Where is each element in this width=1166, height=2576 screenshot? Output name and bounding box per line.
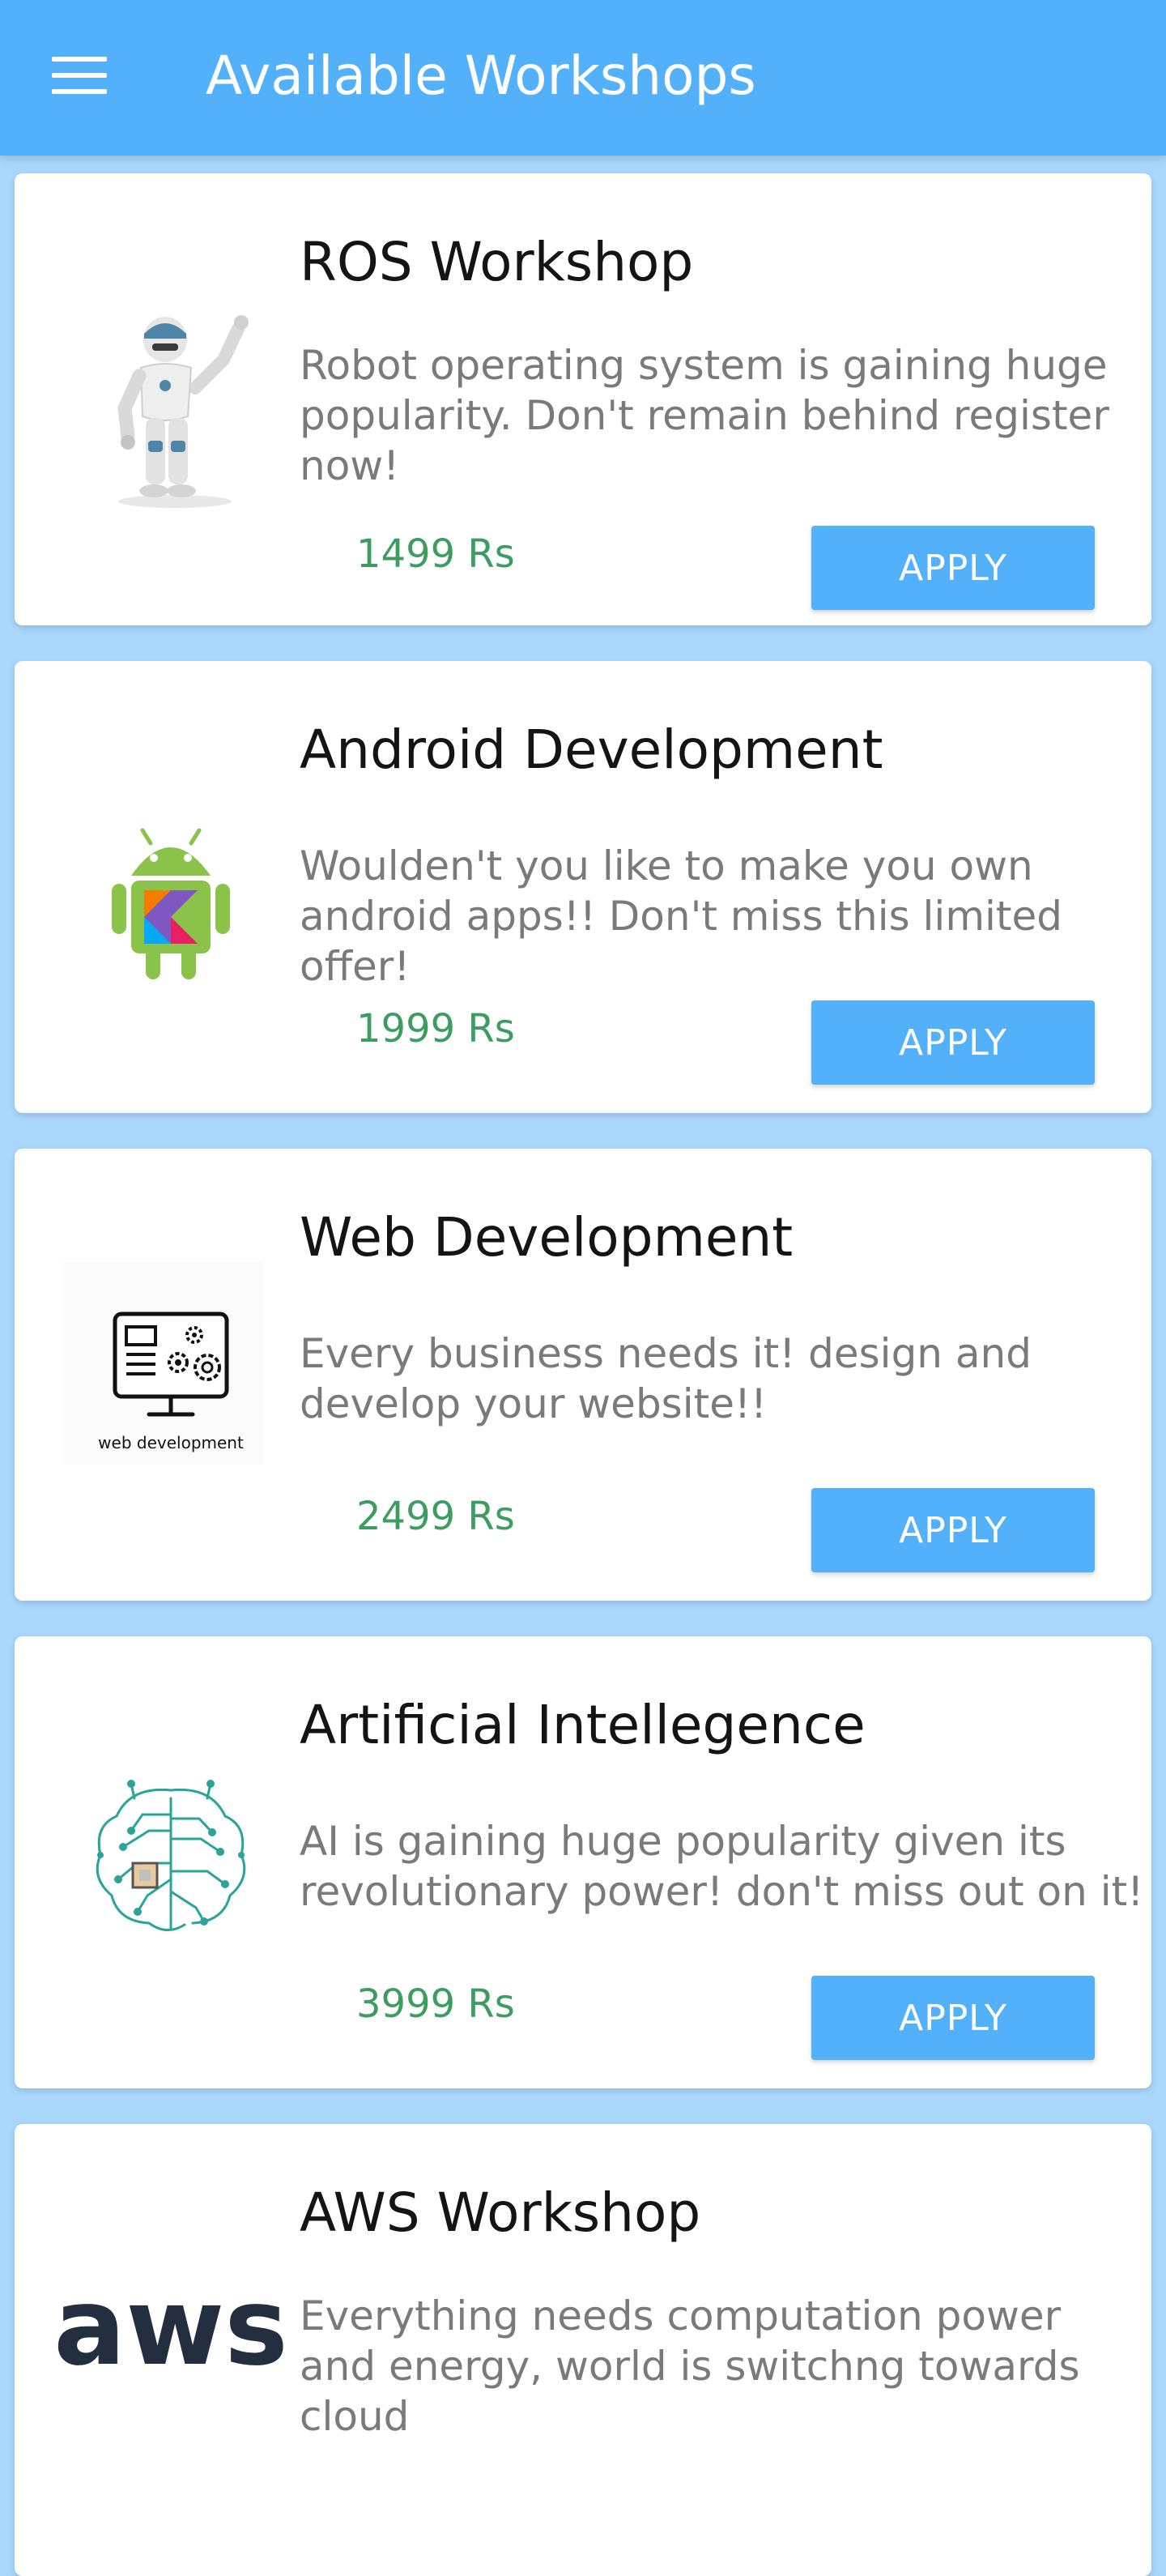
android-kotlin-logo [112,828,230,979]
apply-button[interactable]: APPLY [811,526,1095,610]
ai-circuit-brain-image [96,1780,246,1931]
app-bar: Available Workshops [0,0,1166,156]
apply-button[interactable]: APPLY [811,1488,1095,1572]
workshop-price: 3999 Rs [356,1981,515,2027]
web-development-image: web development [62,1262,264,1465]
aws-logo: aws [53,2265,288,2390]
workshop-price: 2499 Rs [356,1494,515,1539]
workshop-title: ROS Workshop [300,231,694,293]
workshop-title: Android Development [300,719,883,781]
workshop-description: Every business needs it! design and deve… [300,1330,1032,1427]
workshop-description: AI is gaining huge popularity given its … [300,1818,1144,1915]
web-development-caption: web development [98,1433,244,1452]
workshop-title: AWS Workshop [300,2181,701,2244]
svg-text:aws: aws [53,2265,288,2390]
workshop-card-web: web development Web Development Every bu… [15,1149,1151,1601]
workshop-description: Robot operating system is gaining huge p… [300,342,1109,489]
robot-image [117,315,249,508]
apply-button[interactable]: APPLY [811,1976,1095,2060]
workshop-price: 1999 Rs [356,1006,515,1051]
workshop-price: 1499 Rs [356,531,515,577]
workshop-card-android: Android Development Woulden't you like t… [15,661,1151,1113]
workshop-card-aws: aws AWS Workshop Everything needs comput… [15,2124,1151,2576]
apply-button[interactable]: APPLY [811,1000,1095,1085]
workshop-description: Everything needs computation power and e… [300,2292,1080,2440]
workshop-description: Woulden't you like to make you own andro… [300,842,1063,990]
workshop-title: Web Development [300,1206,794,1269]
page-title: Available Workshops [206,45,756,107]
workshop-card-ai: Artificial Intellegence AI is gaining hu… [15,1636,1151,2088]
hamburger-menu-icon[interactable] [52,57,107,96]
workshop-title: Artificial Intellegence [300,1694,866,1756]
workshop-card-ros: ROS Workshop Robot operating system is g… [15,173,1151,625]
